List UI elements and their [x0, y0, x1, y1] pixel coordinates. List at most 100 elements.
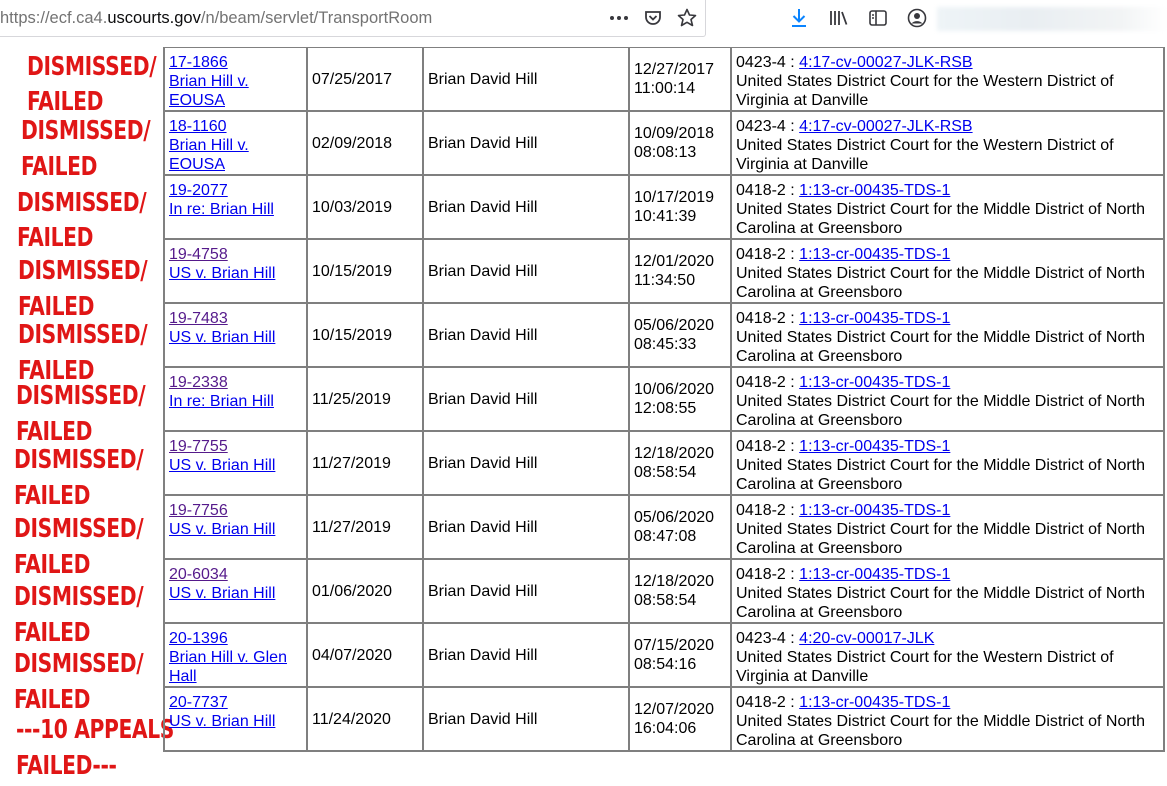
termination-date: 10/09/2018	[634, 125, 715, 142]
case-title-link[interactable]: US v. Brian Hill	[169, 457, 275, 474]
case-number-link[interactable]: 19-7755	[169, 438, 228, 455]
origin-code: 0418-2	[736, 694, 786, 711]
originating-court-cell: 0423-4 : 4:17-cv-00027-JLK-RSB United Sta…	[732, 112, 1165, 176]
annotation-line: DISMISSED/	[16, 381, 146, 411]
library-icon[interactable]	[826, 6, 852, 30]
case-title-link[interactable]: Brian Hill v. EOUSA	[169, 73, 249, 109]
originating-court-cell: 0418-2 : 1:13-cr-00435-TDS-1 United State…	[732, 368, 1165, 432]
originating-court-cell: 0418-2 : 1:13-cr-00435-TDS-1 United State…	[732, 304, 1165, 368]
filed-date-cell: 10/15/2019	[308, 304, 424, 368]
annotation-line: FAILED	[17, 223, 94, 253]
case-number-link[interactable]: 20-7737	[169, 694, 228, 711]
origin-case-link[interactable]: 4:17-cv-00027-JLK-RSB	[799, 118, 972, 135]
annotation-line: FAILED	[14, 550, 91, 580]
origin-court-name: United States District Court for the Mid…	[736, 329, 1146, 365]
origin-case-link[interactable]: 1:13-cr-00435-TDS-1	[799, 374, 950, 391]
origin-case-link[interactable]: 1:13-cr-00435-TDS-1	[799, 566, 950, 583]
origin-code: 0418-2	[736, 438, 786, 455]
url-text[interactable]: https://ecf.ca4.uscourts.gov/n/beam/serv…	[0, 9, 432, 28]
originating-court-cell: 0418-2 : 1:13-cr-00435-TDS-1 United State…	[732, 432, 1165, 496]
case-title-link[interactable]: In re: Brian Hill	[169, 201, 274, 218]
download-icon[interactable]	[786, 6, 812, 30]
termination-cell: 10/17/2019 10:41:39	[630, 176, 732, 240]
party-cell: Brian David Hill	[424, 48, 630, 112]
originating-court-cell: 0423-4 : 4:20-cv-00017-JLK United States …	[732, 624, 1165, 688]
case-number-link[interactable]: 19-7756	[169, 502, 228, 519]
case-cell: 20-7737 US v. Brian Hill	[165, 688, 308, 752]
case-number-link[interactable]: 19-7483	[169, 310, 228, 327]
filed-date-cell: 07/25/2017	[308, 48, 424, 112]
case-title-link[interactable]: Brian Hill v. EOUSA	[169, 137, 249, 173]
origin-case-link[interactable]: 4:20-cv-00017-JLK	[799, 630, 934, 647]
party-cell: Brian David Hill	[424, 112, 630, 176]
origin-case-link[interactable]: 1:13-cr-00435-TDS-1	[799, 694, 950, 711]
case-number-link[interactable]: 20-1396	[169, 630, 228, 647]
annotation-line: FAILED	[14, 685, 91, 715]
case-title-link[interactable]: In re: Brian Hill	[169, 393, 274, 410]
case-cell: 19-2077 In re: Brian Hill	[165, 176, 308, 240]
case-number-link[interactable]: 18-1160	[169, 118, 227, 135]
sidebar-icon[interactable]	[865, 6, 891, 30]
case-cell: 17-1866 Brian Hill v. EOUSA	[165, 48, 308, 112]
termination-time: 11:34:50	[634, 272, 696, 289]
case-number-link[interactable]: 19-2338	[169, 374, 228, 391]
annotation-line: FAILED	[21, 152, 98, 182]
table-row: 17-1866 Brian Hill v. EOUSA 07/25/2017 Bria…	[165, 48, 1165, 112]
bookmark-star-icon[interactable]	[674, 6, 700, 30]
origin-code: 0418-2	[736, 246, 786, 263]
origin-court-name: United States District Court for the Mid…	[736, 713, 1146, 749]
case-number-link[interactable]: 20-6034	[169, 566, 228, 583]
termination-cell: 12/18/2020 08:58:54	[630, 432, 732, 496]
origin-case-link[interactable]: 1:13-cr-00435-TDS-1	[799, 182, 950, 199]
case-title-link[interactable]: Brian Hill v. Glen Hall	[169, 649, 287, 685]
termination-date: 12/01/2020	[634, 253, 715, 270]
case-number-link[interactable]: 17-1866	[169, 54, 228, 71]
termination-time: 08:58:54	[634, 464, 697, 481]
case-title-link[interactable]: US v. Brian Hill	[169, 713, 275, 730]
filed-date-cell: 01/06/2020	[308, 560, 424, 624]
termination-time: 10:41:39	[634, 208, 697, 225]
termination-time: 08:58:54	[634, 592, 697, 609]
origin-case-link[interactable]: 1:13-cr-00435-TDS-1	[799, 438, 950, 455]
case-title-link[interactable]: US v. Brian Hill	[169, 521, 275, 538]
origin-court-name: United States District Court for the Wes…	[736, 137, 1114, 173]
account-icon[interactable]	[904, 6, 930, 30]
party-cell: Brian David Hill	[424, 432, 630, 496]
more-actions-icon[interactable]	[606, 6, 632, 30]
annotation-line: DISMISSED/	[18, 256, 148, 286]
table-row: 19-7756 US v. Brian Hill 11/27/2019 Brian D…	[165, 496, 1165, 560]
termination-date: 12/18/2020	[634, 573, 715, 590]
origin-code: 0418-2	[736, 182, 786, 199]
termination-time: 08:08:13	[634, 144, 697, 161]
annotation-line: FAILED	[14, 481, 91, 511]
case-cell: 19-2338 In re: Brian Hill	[165, 368, 308, 432]
termination-date: 12/07/2020	[634, 701, 715, 718]
case-title-link[interactable]: US v. Brian Hill	[169, 329, 275, 346]
origin-case-link[interactable]: 4:17-cv-00027-JLK-RSB	[799, 54, 972, 71]
origin-court-name: United States District Court for the Mid…	[736, 457, 1146, 493]
case-title-link[interactable]: US v. Brian Hill	[169, 265, 275, 282]
party-cell: Brian David Hill	[424, 304, 630, 368]
origin-case-link[interactable]: 1:13-cr-00435-TDS-1	[799, 246, 950, 263]
termination-date: 05/06/2020	[634, 509, 715, 526]
filed-date-cell: 11/24/2020	[308, 688, 424, 752]
originating-court-cell: 0418-2 : 1:13-cr-00435-TDS-1 United State…	[732, 688, 1165, 752]
case-title-link[interactable]: US v. Brian Hill	[169, 585, 275, 602]
case-number-link[interactable]: 19-4758	[169, 246, 228, 263]
filed-date-cell: 11/25/2019	[308, 368, 424, 432]
case-cell: 19-7756 US v. Brian Hill	[165, 496, 308, 560]
case-number-link[interactable]: 19-2077	[169, 182, 228, 199]
pocket-icon[interactable]	[640, 6, 666, 30]
case-cell: 19-7483 US v. Brian Hill	[165, 304, 308, 368]
table-row: 20-7737 US v. Brian Hill 11/24/2020 Brian D…	[165, 688, 1165, 752]
party-cell: Brian David Hill	[424, 624, 630, 688]
termination-date: 05/06/2020	[634, 317, 715, 334]
origin-code: 0418-2	[736, 310, 786, 327]
termination-time: 16:04:06	[634, 720, 697, 737]
party-cell: Brian David Hill	[424, 560, 630, 624]
case-cell: 20-6034 US v. Brian Hill	[165, 560, 308, 624]
origin-case-link[interactable]: 1:13-cr-00435-TDS-1	[799, 310, 950, 327]
termination-cell: 12/07/2020 16:04:06	[630, 688, 732, 752]
url-bar[interactable]: https://ecf.ca4.uscourts.gov/n/beam/serv…	[0, 0, 706, 37]
origin-case-link[interactable]: 1:13-cr-00435-TDS-1	[799, 502, 950, 519]
